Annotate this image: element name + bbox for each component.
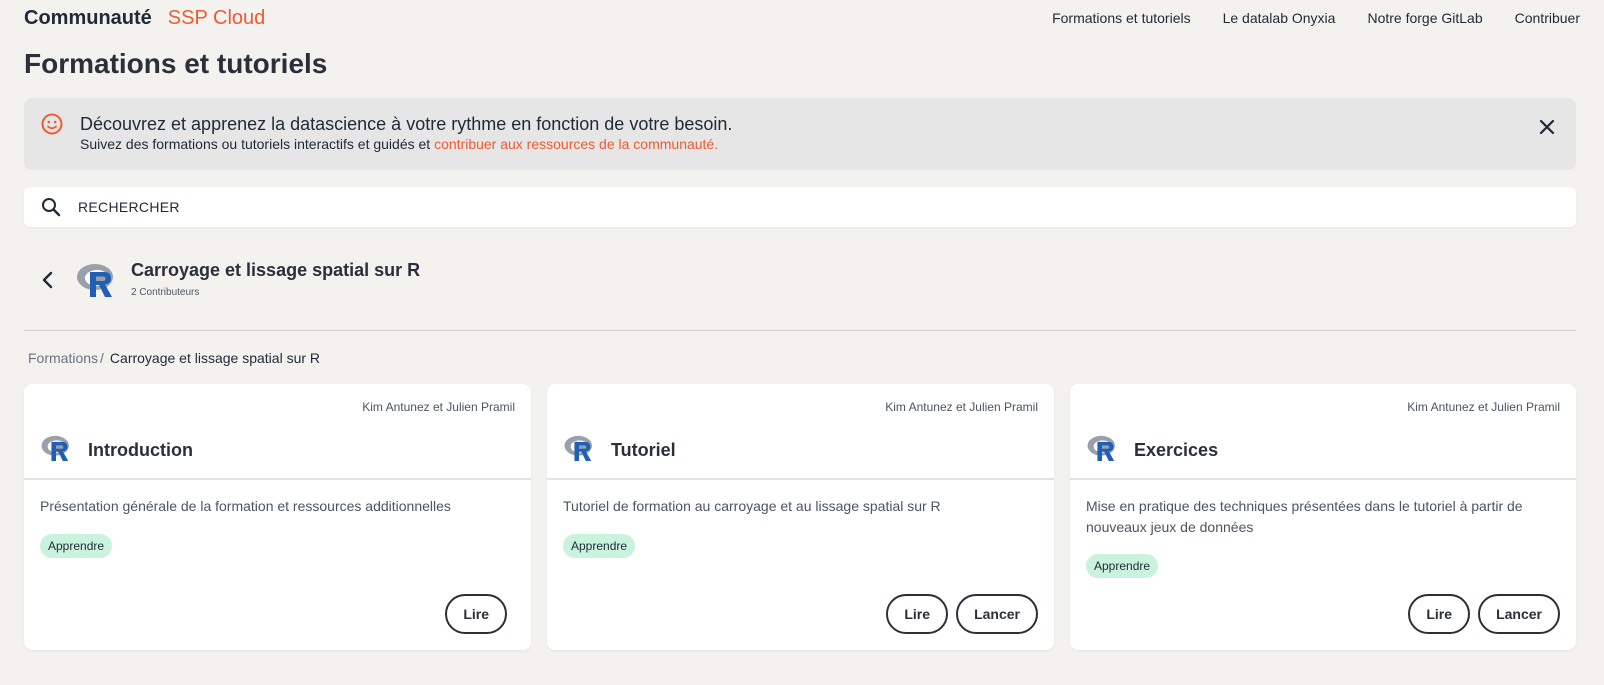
card-divider	[24, 478, 531, 480]
banner-title: Découvrez et apprenez la datascience à v…	[80, 114, 733, 134]
smiley-icon	[41, 113, 63, 135]
card-divider	[547, 478, 1054, 480]
info-banner: Découvrez et apprenez la datascience à v…	[24, 98, 1576, 170]
nav-item-gitlab[interactable]: Notre forge GitLab	[1367, 10, 1482, 26]
card-authors: Kim Antunez et Julien Pramil	[1407, 400, 1560, 414]
page-title: Formations et tutoriels	[24, 48, 328, 79]
read-button[interactable]: Lire	[886, 594, 948, 634]
nav-item-contribuer[interactable]: Contribuer	[1515, 10, 1580, 26]
launch-button[interactable]: Lancer	[1478, 594, 1560, 634]
contributors-count: 2 Contributeurs	[131, 287, 200, 298]
card-description: Mise en pratique des techniques présenté…	[1086, 498, 1523, 535]
main-nav: Formations et tutoriels Le datalab Onyxi…	[1052, 10, 1580, 26]
read-button[interactable]: Lire	[1408, 594, 1470, 634]
nav-item-formations[interactable]: Formations et tutoriels	[1052, 10, 1191, 26]
card-description: Présentation générale de la formation et…	[40, 498, 451, 514]
breadcrumb-current: Carroyage et lissage spatial sur R	[109, 350, 321, 366]
nav-item-datalab[interactable]: Le datalab Onyxia	[1223, 10, 1336, 26]
badge-apprendre: Apprendre	[563, 534, 636, 558]
search-icon	[42, 198, 61, 217]
divider	[24, 330, 1576, 331]
badge-apprendre: Apprendre	[1086, 554, 1159, 578]
card-divider	[1070, 478, 1576, 480]
banner-subtitle-text: Suivez des formations ou tutoriels inter…	[80, 136, 435, 152]
card-authors: Kim Antunez et Julien Pramil	[362, 400, 515, 414]
r-logo-icon	[564, 435, 592, 461]
close-icon[interactable]	[1536, 116, 1558, 138]
search-input[interactable]	[78, 187, 1558, 227]
card-authors: Kim Antunez et Julien Pramil	[885, 400, 1038, 414]
banner-contribute-link[interactable]: contribuer aux ressources de la communau…	[434, 136, 718, 152]
brand-name[interactable]: Communauté	[24, 7, 152, 30]
read-button[interactable]: Lire	[445, 594, 507, 634]
breadcrumb-separator: /	[100, 350, 104, 366]
breadcrumb-root[interactable]: Formations	[28, 350, 98, 366]
card-description: Tutoriel de formation au carroyage et au…	[563, 498, 941, 514]
banner-subtitle: Suivez des formations ou tutoriels inter…	[80, 136, 718, 152]
card-title: Introduction	[88, 440, 193, 460]
chevron-left-icon[interactable]	[36, 268, 60, 292]
card-title: Tutoriel	[611, 440, 676, 460]
r-logo-icon	[1087, 435, 1115, 461]
r-logo-icon	[77, 264, 113, 297]
launch-button[interactable]: Lancer	[956, 594, 1038, 634]
brand-accent[interactable]: SSP Cloud	[168, 7, 265, 30]
top-bar: Communauté SSP Cloud Formations et tutor…	[24, 0, 1580, 36]
card-introduction: Kim Antunez et Julien Pramil Introductio…	[24, 384, 531, 650]
course-title: Carroyage et lissage spatial sur R	[131, 260, 421, 280]
search-bar	[24, 187, 1576, 227]
r-logo-icon	[41, 435, 69, 461]
breadcrumb: Formations / Carroyage et lissage spatial …	[28, 350, 320, 366]
card-tutoriel: Kim Antunez et Julien Pramil Tutoriel Tu…	[547, 384, 1054, 650]
card-title: Exercices	[1134, 440, 1219, 460]
badge-apprendre: Apprendre	[40, 534, 113, 558]
card-exercices: Kim Antunez et Julien Pramil Exercices M…	[1070, 384, 1576, 650]
